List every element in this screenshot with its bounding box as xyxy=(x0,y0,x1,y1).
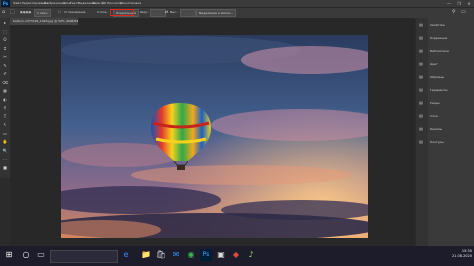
photo-balloon-sky[interactable] xyxy=(61,35,368,238)
tool-icon-8[interactable]: ▦ xyxy=(2,88,8,93)
taskbar-app-5[interactable]: 🛍 xyxy=(155,249,167,261)
tool-icon-12[interactable]: ↖ xyxy=(2,122,8,127)
panel-label-0[interactable]: Свойства xyxy=(430,23,445,27)
antialias-checkbox[interactable]: ☐ xyxy=(58,9,61,15)
panel-label-5[interactable]: Градиенты xyxy=(430,88,448,92)
tool-icon-11[interactable]: T xyxy=(2,114,8,119)
height-label: Выс.: xyxy=(170,10,179,14)
style-select-highlight xyxy=(110,9,134,16)
panel-label-8[interactable]: Каналы xyxy=(430,127,442,131)
close-button[interactable]: ✕ xyxy=(464,0,474,7)
tool-icon-15[interactable]: 🔍 xyxy=(2,148,8,153)
tool-icon-17[interactable]: ■ xyxy=(2,165,8,170)
tool-icon-2[interactable]: ʘ xyxy=(2,37,8,42)
tool-icon-0[interactable]: ▸ xyxy=(2,20,8,25)
taskbar-app-1[interactable]: ○ xyxy=(20,249,32,261)
tool-icon-14[interactable]: ✋ xyxy=(2,139,8,144)
tool-icon-16[interactable]: … xyxy=(2,156,8,161)
search-icon[interactable]: ⚲ xyxy=(452,9,456,15)
taskbar-app-7[interactable]: ◉ xyxy=(185,249,197,261)
home-icon[interactable]: ⌂ xyxy=(2,9,5,15)
paths-icon[interactable]: ▤ xyxy=(418,139,424,144)
workspace-icon[interactable]: ▭ xyxy=(461,9,466,15)
tool-icon-13[interactable]: ▭ xyxy=(2,131,8,136)
tool-icon-4[interactable]: ✂ xyxy=(2,54,8,59)
panel-label-4[interactable]: Образцы xyxy=(430,75,444,79)
width-label: Шир.: xyxy=(140,10,150,14)
taskbar-app-8[interactable]: Ps xyxy=(200,249,212,261)
system-clock[interactable]: 15:30 21.08.2020 xyxy=(448,249,472,259)
tool-icon-7[interactable]: ⌫ xyxy=(2,80,8,85)
taskbar-app-0[interactable]: ⊞ xyxy=(3,249,15,261)
color-icon[interactable]: ▤ xyxy=(418,61,424,66)
gradients-icon[interactable]: ▤ xyxy=(418,87,424,92)
taskbar-app-6[interactable]: ✉ xyxy=(170,249,182,261)
libraries-icon[interactable]: ▤ xyxy=(418,48,424,53)
swap-icon[interactable]: ⇄ xyxy=(165,9,168,15)
taskbar-app-2[interactable]: ▭ xyxy=(35,249,47,261)
properties-icon[interactable]: ▤ xyxy=(418,22,424,27)
adjustments-icon[interactable]: ▤ xyxy=(418,35,424,40)
tool-icon-1[interactable]: ⬚ xyxy=(2,29,8,34)
feather-field[interactable]: 1 пикс. xyxy=(34,9,52,17)
menu-item-7[interactable]: 3D xyxy=(102,0,106,7)
clock-date: 21.08.2020 xyxy=(451,254,472,258)
taskbar-app-10[interactable]: ◆ xyxy=(230,249,242,261)
document-tab[interactable]: balloon-1373199_1920.jpg @ 50% (RGB/8#) xyxy=(10,18,78,25)
panel-label-6[interactable]: Узоры xyxy=(430,101,440,105)
tool-icon-10[interactable]: ⚲ xyxy=(2,105,8,110)
panel-label-7[interactable]: Слои xyxy=(430,114,438,118)
width-field[interactable] xyxy=(150,9,166,17)
swatches-icon[interactable]: ▤ xyxy=(418,74,424,79)
patterns-icon[interactable]: ▤ xyxy=(418,100,424,105)
tool-icon-3[interactable]: ⌗ xyxy=(2,46,8,51)
panel-label-9[interactable]: Контуры xyxy=(430,140,444,144)
select-and-mask-button[interactable]: Выделение и маска... xyxy=(196,9,236,17)
layers-icon[interactable]: ▤ xyxy=(418,113,424,118)
menu-item-0[interactable]: Файл xyxy=(13,0,21,7)
taskbar-app-4[interactable]: 📁 xyxy=(140,249,152,261)
channels-icon[interactable]: ▤ xyxy=(418,126,424,131)
menu-item-9[interactable]: Окно xyxy=(120,0,128,7)
taskbar-app-3[interactable]: e xyxy=(120,249,132,261)
taskbar-search-box[interactable] xyxy=(50,250,118,263)
tool-icon-5[interactable]: ✎ xyxy=(2,63,8,68)
menu-item-10[interactable]: Справка xyxy=(128,0,141,7)
taskbar-app-11[interactable]: ♪ xyxy=(245,249,257,261)
style-label: Стиль: xyxy=(97,10,108,14)
tool-icon-6[interactable]: ✐ xyxy=(2,71,8,76)
photo-image xyxy=(61,35,368,238)
antialias-label: Сглаживание xyxy=(64,10,86,14)
minimize-button[interactable]: — xyxy=(444,0,454,7)
panel-label-3[interactable]: Цвет xyxy=(430,62,438,66)
maximize-button[interactable]: ❐ xyxy=(454,0,464,7)
height-field[interactable] xyxy=(180,9,196,17)
tool-icon-9[interactable]: ◐ xyxy=(2,97,8,102)
marquee-tool-preset-icon[interactable]: ⬚ xyxy=(10,9,15,15)
panel-label-1[interactable]: Коррекция xyxy=(430,36,447,40)
panel-label-2[interactable]: Библиотеки xyxy=(430,49,449,53)
taskbar-app-9[interactable]: ▣ xyxy=(215,249,227,261)
selection-mode-icons[interactable]: ▣▣▣▣ xyxy=(20,9,31,15)
photoshop-logo[interactable]: Ps xyxy=(1,0,10,7)
